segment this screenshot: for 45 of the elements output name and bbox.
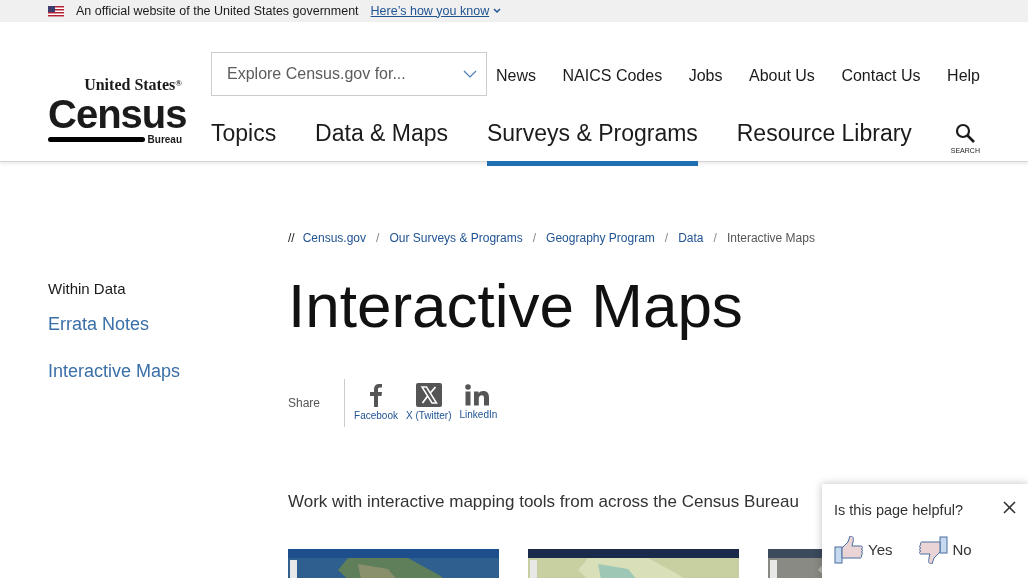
breadcrumb-separator: / [532,230,537,247]
feedback-yes-button[interactable]: Yes [834,536,893,564]
search-icon [955,122,976,143]
main-nav-tab[interactable]: Resource Library [736,116,912,166]
page-title: Interactive Maps [288,270,744,342]
share-label: Share [288,395,321,413]
x-logo-icon [415,383,442,408]
search-field[interactable]: Explore Census.gov for... [211,52,487,96]
feedback-question: Is this page helpful? [834,501,963,520]
main-nav-tab[interactable]: Data & Maps [315,116,449,166]
breadcrumb-current: Interactive Maps [726,230,815,247]
facebook-icon [370,383,382,408]
main-nav-tab[interactable]: Topics [211,116,277,166]
main-nav-tab[interactable]: Surveys & Programs [486,116,698,166]
utility-link[interactable]: Jobs [688,64,723,88]
utility-link[interactable]: Help [947,64,980,88]
chevron-down-icon [493,8,502,14]
utility-link[interactable]: About Us [749,64,815,88]
flag-icon [48,5,64,17]
utility-link[interactable]: News [496,64,536,88]
utility-link[interactable]: NAICS Codes [562,64,663,88]
breadcrumb-separator: / [376,230,380,247]
banner-text: An official website of the United States government [76,2,359,20]
sidebar-link[interactable]: Interactive Maps [48,357,288,385]
sidebar-link[interactable]: Errata Notes [48,310,288,338]
close-icon [1003,501,1016,515]
thumbs-down-icon [918,536,949,564]
utility-link[interactable]: Contact Us [841,64,921,88]
share-link[interactable]: X (Twitter) [405,383,452,424]
linkedin-icon [465,384,492,407]
feedback-no-button[interactable]: No [918,536,972,564]
breadcrumb-separator: / [664,230,669,247]
share-link[interactable]: Facebook [354,383,398,424]
share-link[interactable]: LinkedIn [459,384,498,423]
breadcrumb-link[interactable]: Our Surveys & Programs [389,229,523,247]
breadcrumb-link[interactable]: Census.gov [302,229,367,247]
chevron-down-icon [463,70,477,78]
breadcrumb-link[interactable]: Data [678,229,704,247]
thumbs-up-icon [834,536,864,564]
intro-text: Work with interactive mapping tools from across the Census Bureau [288,491,799,514]
breadcrumb-link[interactable]: Geography Program [546,229,655,247]
breadcrumb-prefix: // [288,230,295,247]
sidebar-heading: Within Data [48,279,127,299]
breadcrumb-separator: / [713,230,717,247]
how-you-know-link[interactable]: Here’s how you know [370,1,502,21]
